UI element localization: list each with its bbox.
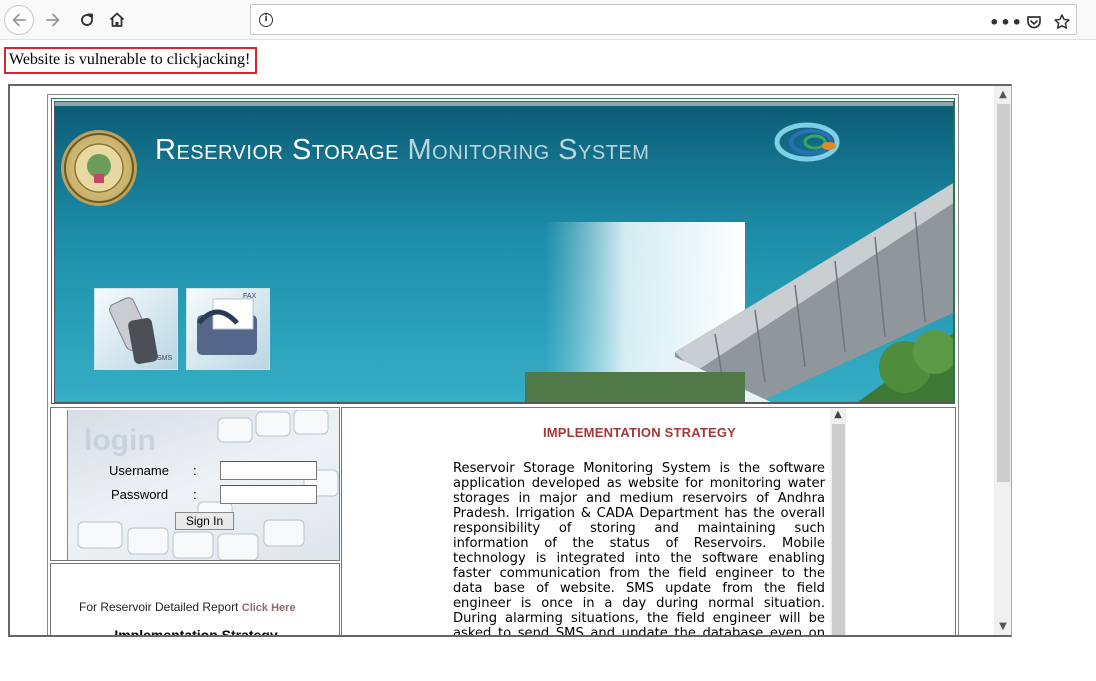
header-banner: Reservior Storage Monitoring System SMS … [51, 98, 955, 404]
state-emblem-logo [61, 130, 137, 206]
clickjacking-warning: Website is vulnerable to clickjacking! [4, 47, 257, 74]
back-icon [12, 13, 26, 27]
scroll-down-icon[interactable]: ▼ [997, 621, 1009, 633]
fax-machine-image: FAX [186, 288, 270, 370]
pocket-button[interactable] [1023, 11, 1045, 33]
banner-image: Reservior Storage Monitoring System SMS … [54, 101, 954, 403]
iframe-scrollbar[interactable]: ▲ ▼ [994, 86, 1011, 635]
password-label: Password [111, 487, 169, 502]
framed-page: Reservior Storage Monitoring System SMS … [47, 94, 959, 637]
iframe-scroll-thumb[interactable] [997, 104, 1010, 482]
browser-toolbar: i ••• [0, 0, 1096, 40]
password-input[interactable] [220, 485, 317, 504]
dam-photo [525, 183, 953, 402]
login-heading: login [84, 424, 156, 457]
home-icon [109, 12, 125, 27]
info-icon[interactable]: i [259, 13, 273, 27]
warning-text: Website is vulnerable to clickjacking! [9, 51, 251, 68]
scroll-up-icon[interactable]: ▲ [997, 89, 1009, 101]
pocket-icon [1027, 16, 1041, 29]
reload-button[interactable] [72, 5, 102, 35]
sms-phone-image: SMS [94, 288, 178, 370]
implementation-strategy-link[interactable]: Implementation Strategy [51, 627, 341, 635]
back-button[interactable] [4, 5, 34, 35]
login-panel: login Username : Password : Sign In [50, 407, 340, 561]
forward-button[interactable] [38, 5, 68, 35]
username-label: Username [109, 463, 169, 478]
bookmark-button[interactable] [1051, 11, 1073, 33]
content-scrollbar[interactable]: ▲ [830, 408, 846, 635]
site-title: Reservior Storage Monitoring System [155, 134, 650, 166]
content-paragraph: Reservoir Storage Monitoring System is t… [453, 461, 825, 637]
more-icon[interactable]: ••• [989, 11, 1022, 33]
left-column: login Username : Password : Sign In For … [50, 407, 341, 635]
bookmark-star-icon [1054, 14, 1070, 29]
forward-icon [46, 13, 60, 27]
report-panel: For Reservoir Detailed Report Click Here… [50, 563, 341, 635]
report-text: For Reservoir Detailed Report Click Here [79, 600, 296, 614]
login-background: login Username : Password : Sign In [67, 410, 339, 560]
content-panel: IMPLEMENTATION STRATEGY Reservoir Storag… [341, 407, 956, 637]
username-input[interactable] [220, 461, 317, 480]
scroll-up-icon[interactable]: ▲ [832, 409, 844, 420]
url-bar[interactable]: i ••• [250, 4, 1077, 35]
swirl-logo-icon [774, 122, 840, 162]
home-button[interactable] [102, 5, 132, 35]
click-here-link[interactable]: Click Here [242, 602, 296, 614]
embedded-iframe: Reservior Storage Monitoring System SMS … [8, 84, 1012, 637]
reload-icon [81, 13, 93, 26]
sign-in-button[interactable]: Sign In [175, 512, 234, 530]
content-scroll-thumb[interactable] [832, 424, 845, 635]
